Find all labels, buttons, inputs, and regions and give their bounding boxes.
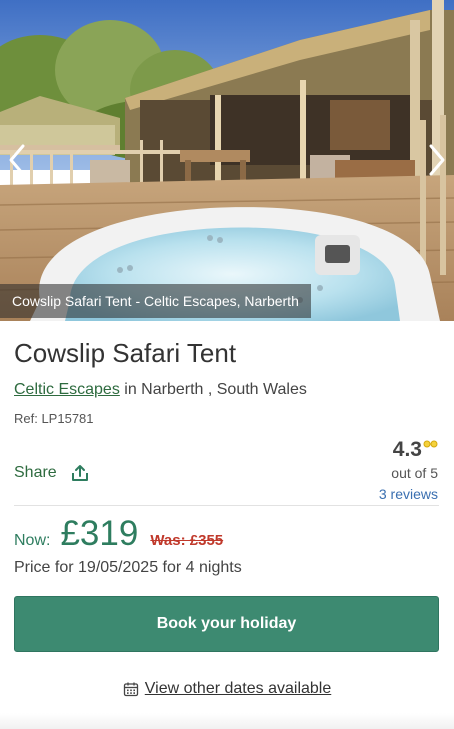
reviews-link[interactable]: 3 reviews (379, 484, 438, 504)
rating-block: 4.3 out of 5 3 reviews (379, 436, 438, 504)
share-label: Share (14, 464, 57, 481)
chevron-right-icon (429, 144, 445, 176)
glasses-icon (423, 440, 438, 448)
gallery-next-button[interactable] (420, 138, 454, 182)
operator-link[interactable]: Celtic Escapes (14, 381, 120, 398)
price-note: Price for 19/05/2025 for 4 nights (14, 559, 242, 576)
now-label: Now: (14, 532, 51, 549)
property-ref: Ref: LP15781 (14, 411, 94, 426)
book-holiday-button[interactable]: Book your holiday (14, 596, 439, 652)
property-title: Cowslip Safari Tent (14, 338, 237, 368)
rating-scale: out of 5 (391, 465, 438, 481)
location-text: in Narberth , South Wales (119, 381, 307, 398)
other-dates-label: View other dates available (144, 680, 332, 697)
photo-caption: Cowslip Safari Tent - Celtic Escapes, Na… (0, 284, 311, 318)
property-location: Celtic Escapes in Narberth , South Wales (14, 379, 307, 401)
was-price: Was: £355 (150, 532, 224, 549)
share-icon (71, 465, 88, 481)
hero-gallery[interactable]: Cowslip Safari Tent - Celtic Escapes, Na… (0, 0, 454, 321)
rating-value: 4.3 (392, 438, 422, 461)
calendar-icon (123, 682, 138, 697)
price-row: Now: £319 Was: £355 (14, 512, 223, 556)
divider (14, 505, 439, 506)
gallery-prev-button[interactable] (0, 138, 34, 182)
chevron-left-icon (9, 144, 25, 176)
bottom-fade (0, 713, 454, 729)
property-photo (0, 0, 454, 321)
share-button[interactable]: Share (14, 462, 89, 484)
other-dates-link[interactable]: View other dates available (0, 678, 454, 700)
now-price: £319 (60, 514, 139, 553)
